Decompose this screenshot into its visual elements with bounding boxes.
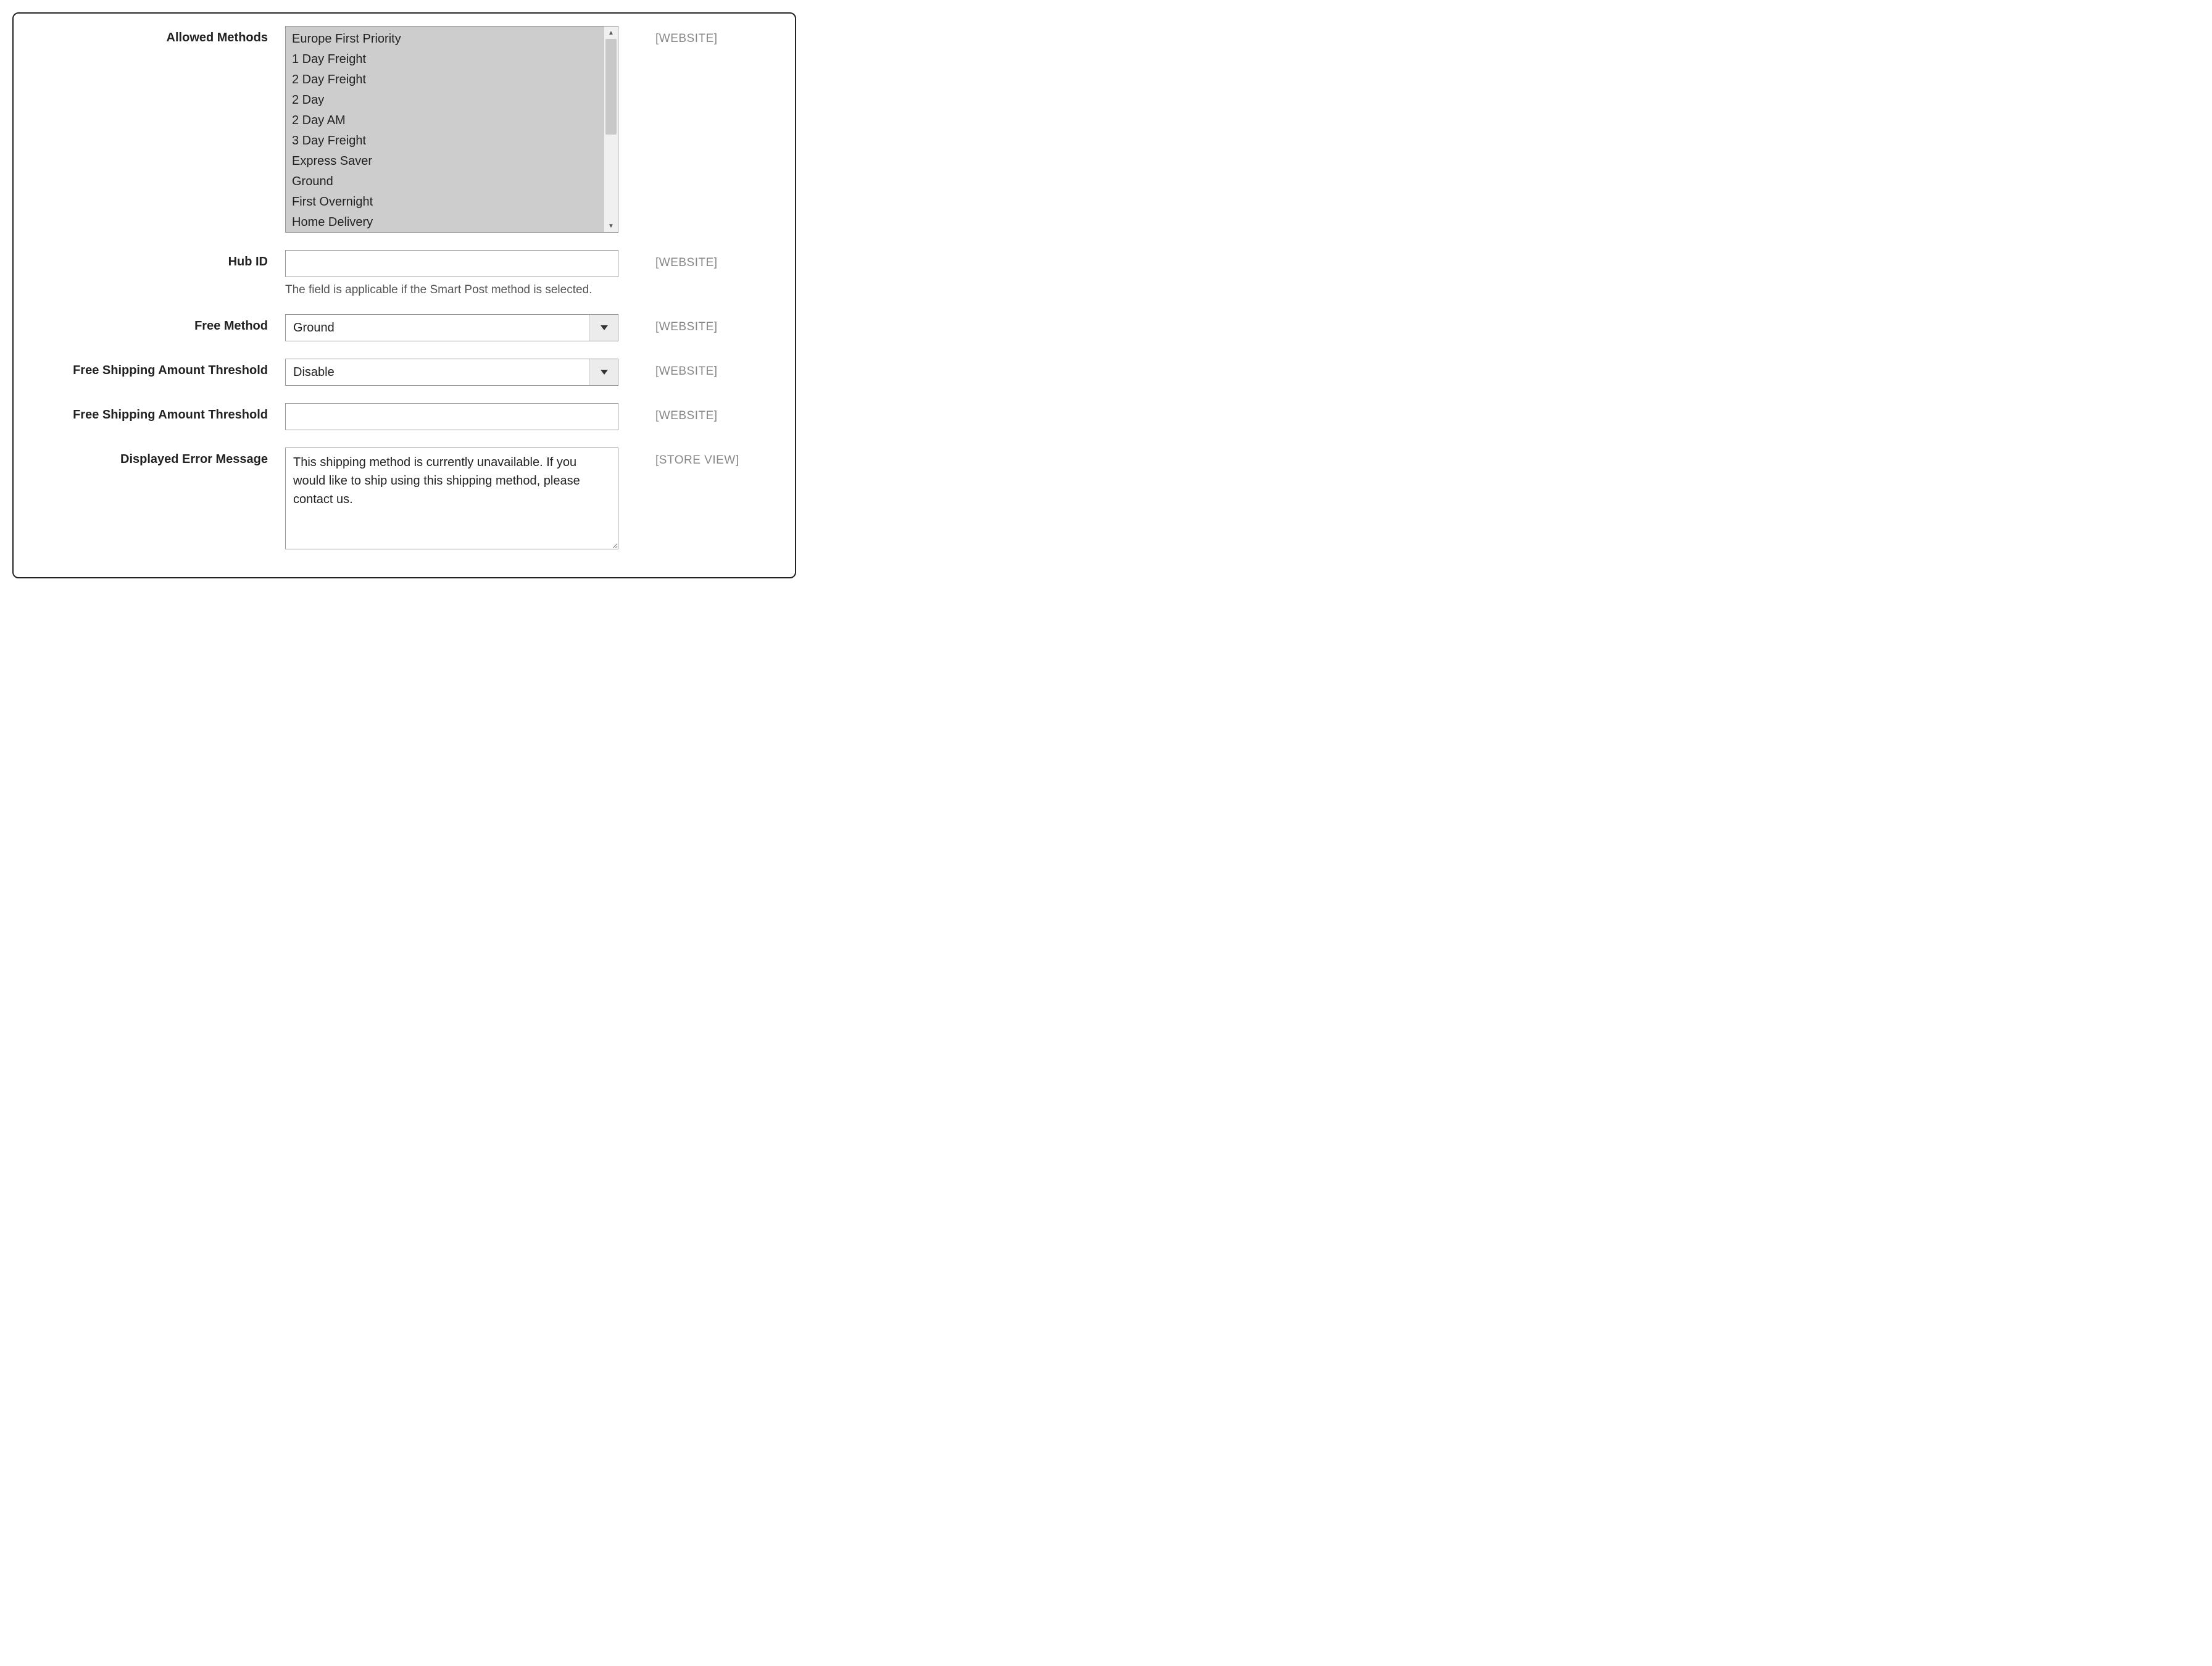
list-item[interactable]: 2 Day Freight — [292, 70, 618, 90]
scope-label: [WEBSITE] — [618, 359, 718, 378]
free-threshold-select[interactable]: Disable — [285, 359, 618, 386]
config-panel: Allowed Methods Europe First Priority 1 … — [12, 12, 796, 578]
list-item[interactable]: 3 Day Freight — [292, 131, 618, 151]
row-free-threshold-input: Free Shipping Amount Threshold [WEBSITE] — [38, 403, 770, 430]
allowed-methods-multiselect[interactable]: Europe First Priority 1 Day Freight 2 Da… — [285, 26, 618, 233]
error-message-textarea[interactable] — [285, 448, 618, 549]
list-item[interactable]: Ground — [292, 172, 618, 192]
list-item[interactable]: Express Saver — [292, 151, 618, 172]
label-hub-id: Hub ID — [38, 250, 285, 269]
list-item[interactable]: 2 Day — [292, 90, 618, 110]
scope-label: [WEBSITE] — [618, 314, 718, 334]
list-item[interactable]: First Overnight — [292, 192, 618, 212]
free-threshold-input[interactable] — [285, 403, 618, 430]
list-item[interactable]: 1 Day Freight — [292, 49, 618, 70]
scope-label: [WEBSITE] — [618, 250, 718, 270]
scroll-thumb[interactable] — [605, 39, 617, 135]
row-allowed-methods: Allowed Methods Europe First Priority 1 … — [38, 26, 770, 233]
label-allowed-methods: Allowed Methods — [38, 26, 285, 45]
hub-id-input[interactable] — [285, 250, 618, 277]
label-free-threshold-select: Free Shipping Amount Threshold — [38, 359, 285, 378]
list-item[interactable]: Europe First Priority — [292, 29, 618, 49]
free-method-select[interactable]: Ground — [285, 314, 618, 341]
free-threshold-select-value: Disable — [285, 359, 618, 386]
label-free-threshold-input: Free Shipping Amount Threshold — [38, 403, 285, 422]
hub-id-help-text: The field is applicable if the Smart Pos… — [285, 283, 618, 297]
allowed-methods-list: Europe First Priority 1 Day Freight 2 Da… — [286, 27, 618, 232]
scope-label: [WEBSITE] — [618, 403, 718, 423]
row-free-threshold-select: Free Shipping Amount Threshold Disable [… — [38, 359, 770, 386]
scope-label: [STORE VIEW] — [618, 448, 739, 467]
scrollbar[interactable]: ▲ ▼ — [604, 27, 618, 232]
row-error-message: Displayed Error Message [STORE VIEW] — [38, 448, 770, 552]
free-method-value: Ground — [285, 314, 618, 341]
row-hub-id: Hub ID The field is applicable if the Sm… — [38, 250, 770, 297]
scroll-up-icon[interactable]: ▲ — [604, 27, 618, 39]
row-free-method: Free Method Ground [WEBSITE] — [38, 314, 770, 341]
scope-label: [WEBSITE] — [618, 26, 718, 46]
scroll-down-icon[interactable]: ▼ — [604, 220, 618, 232]
list-item[interactable]: 2 Day AM — [292, 110, 618, 131]
label-free-method: Free Method — [38, 314, 285, 333]
label-error-message: Displayed Error Message — [38, 448, 285, 467]
list-item[interactable]: Home Delivery — [292, 212, 618, 233]
